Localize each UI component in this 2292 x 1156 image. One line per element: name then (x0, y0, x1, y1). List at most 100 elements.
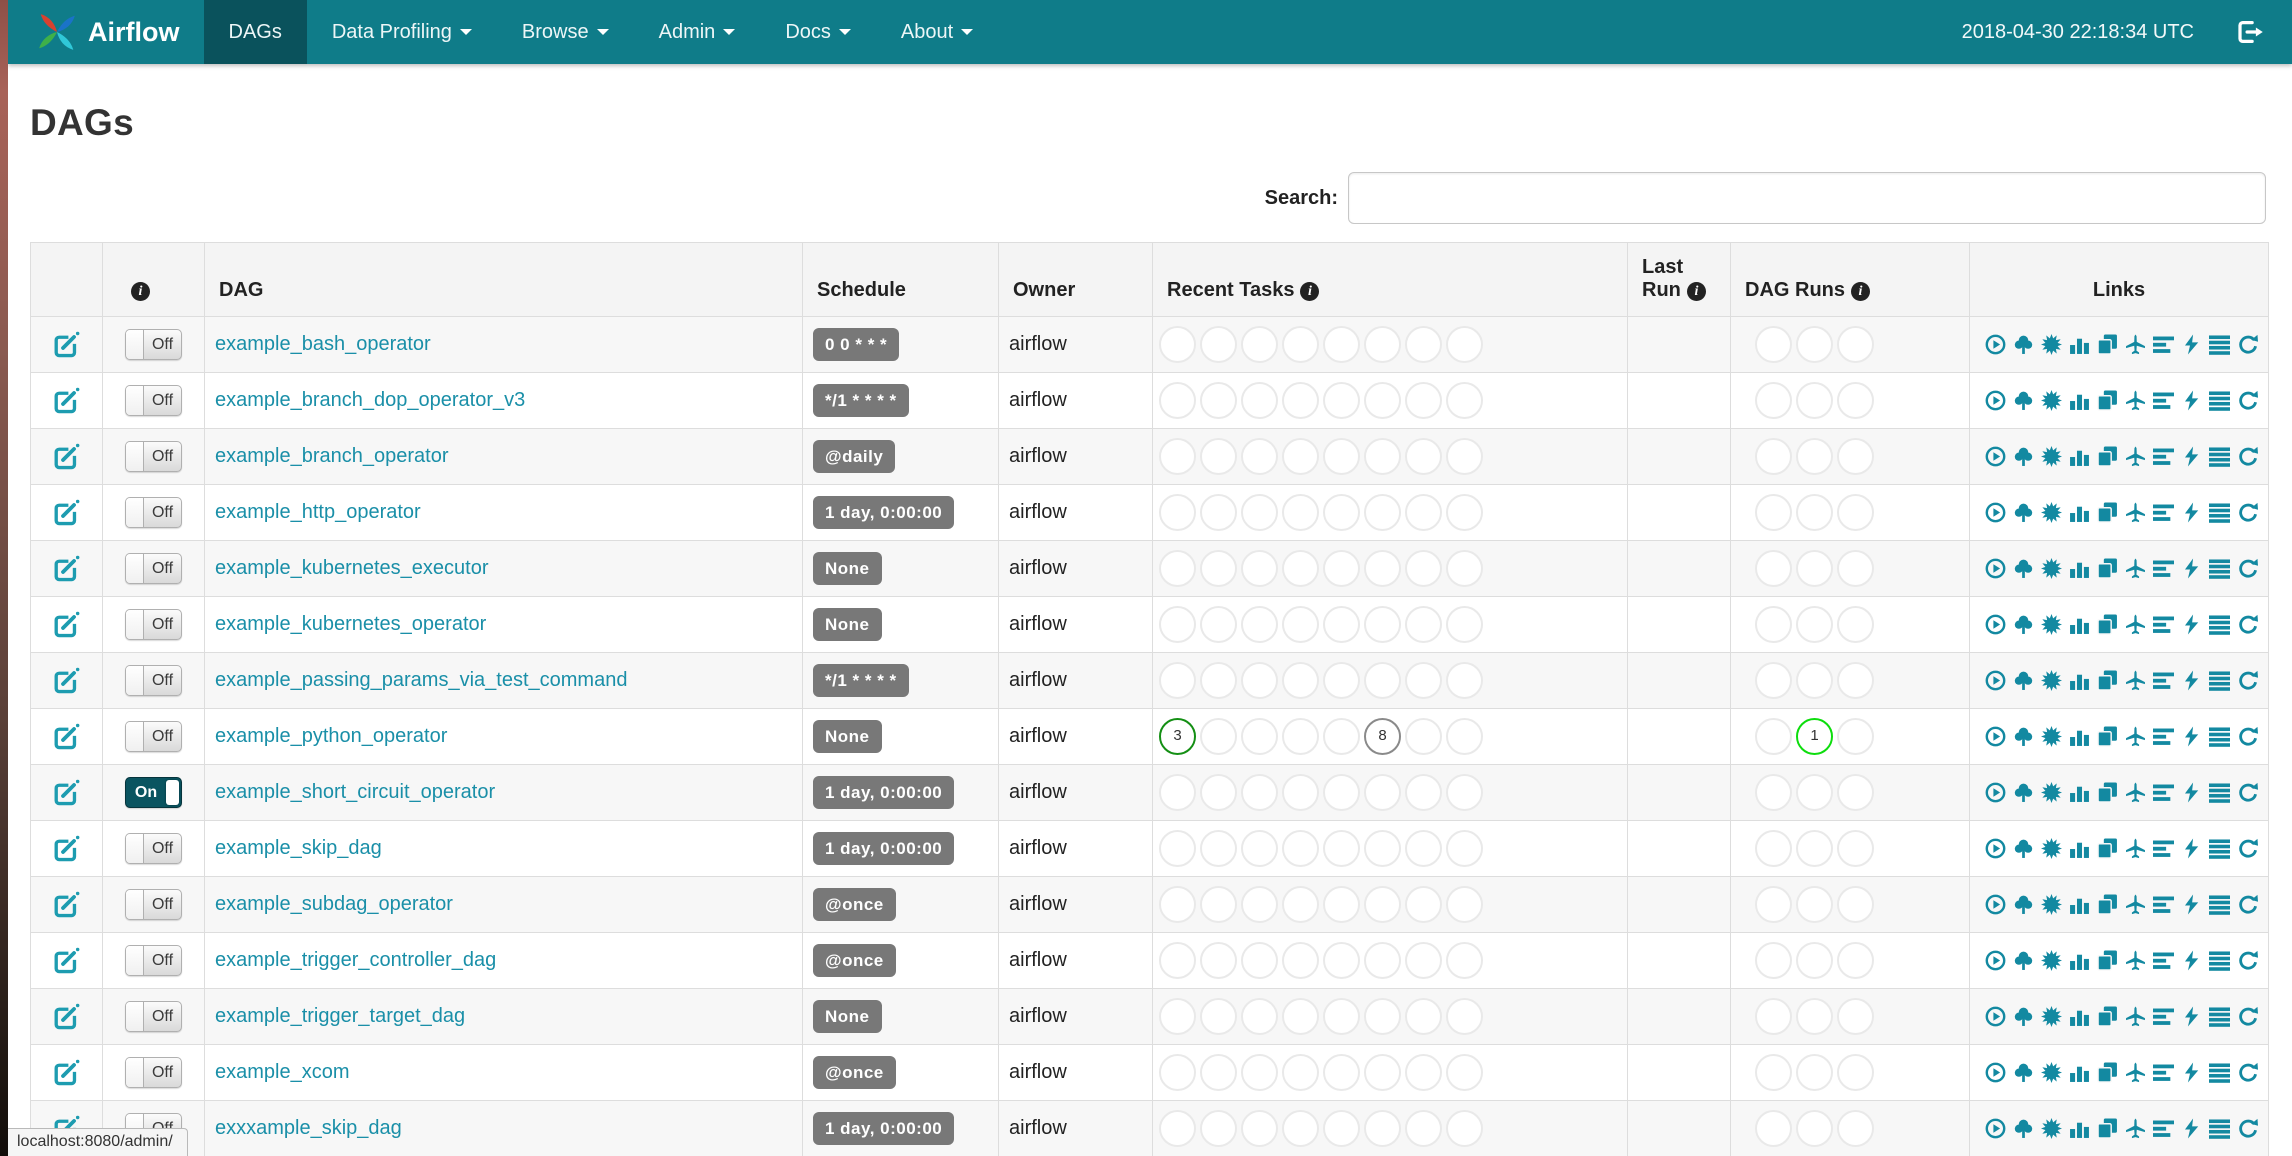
dag-pause-toggle[interactable]: Off (125, 609, 182, 640)
task-state-circle[interactable] (1837, 326, 1874, 363)
task-state-circle[interactable] (1837, 998, 1874, 1035)
task-state-circle[interactable] (1200, 550, 1237, 587)
task-state-circle[interactable] (1364, 1110, 1401, 1147)
dag-name-link[interactable]: exxxample_skip_dag (215, 1117, 402, 1139)
refresh-icon[interactable] (2237, 838, 2258, 859)
landing-times-icon[interactable] (2125, 1006, 2146, 1027)
dag-pause-toggle[interactable]: Off (125, 553, 182, 584)
dag-name-link[interactable]: example_branch_operator (215, 445, 449, 467)
task-state-circle[interactable] (1405, 830, 1442, 867)
task-state-circle[interactable] (1241, 438, 1278, 475)
task-state-circle[interactable] (1200, 494, 1237, 531)
task-state-circle[interactable] (1796, 830, 1833, 867)
task-state-circle[interactable] (1796, 942, 1833, 979)
graph-view-icon[interactable] (2041, 614, 2062, 635)
task-state-circle[interactable] (1323, 942, 1360, 979)
task-state-circle[interactable] (1446, 382, 1483, 419)
refresh-icon[interactable] (2237, 1062, 2258, 1083)
task-state-circle[interactable] (1755, 382, 1792, 419)
landing-times-icon[interactable] (2125, 838, 2146, 859)
nav-item-about[interactable]: About (876, 0, 998, 64)
task-state-circle[interactable] (1282, 494, 1319, 531)
graph-view-icon[interactable] (2041, 950, 2062, 971)
task-duration-icon[interactable] (2069, 1006, 2090, 1027)
graph-view-icon[interactable] (2041, 782, 2062, 803)
task-state-circle[interactable]: 8 (1364, 718, 1401, 755)
dag-name-link[interactable]: example_xcom (215, 1061, 350, 1083)
task-state-circle[interactable] (1159, 550, 1196, 587)
task-duration-icon[interactable] (2069, 782, 2090, 803)
refresh-icon[interactable] (2237, 446, 2258, 467)
task-state-circle[interactable] (1282, 830, 1319, 867)
code-view-icon[interactable] (2181, 782, 2202, 803)
task-state-circle[interactable] (1241, 718, 1278, 755)
code-view-icon[interactable] (2181, 614, 2202, 635)
logs-icon[interactable] (2209, 950, 2230, 971)
task-state-circle[interactable] (1405, 438, 1442, 475)
task-state-circle[interactable] (1323, 662, 1360, 699)
task-state-circle[interactable] (1446, 774, 1483, 811)
trigger-dag-icon[interactable] (1985, 558, 2006, 579)
task-tries-icon[interactable] (2097, 1118, 2118, 1139)
task-state-circle[interactable] (1796, 606, 1833, 643)
refresh-icon[interactable] (2237, 1118, 2258, 1139)
task-state-circle[interactable] (1755, 774, 1792, 811)
task-tries-icon[interactable] (2097, 614, 2118, 635)
task-tries-icon[interactable] (2097, 390, 2118, 411)
task-state-circle[interactable] (1364, 550, 1401, 587)
landing-times-icon[interactable] (2125, 614, 2146, 635)
dag-name-link[interactable]: example_subdag_operator (215, 893, 453, 915)
tree-view-icon[interactable] (2013, 334, 2034, 355)
task-state-circle[interactable] (1796, 886, 1833, 923)
gantt-view-icon[interactable] (2153, 838, 2174, 859)
task-tries-icon[interactable] (2097, 838, 2118, 859)
task-state-circle[interactable] (1446, 494, 1483, 531)
trigger-dag-icon[interactable] (1985, 1006, 2006, 1027)
task-state-circle[interactable] (1405, 1110, 1442, 1147)
task-state-circle[interactable] (1405, 1054, 1442, 1091)
code-view-icon[interactable] (2181, 390, 2202, 411)
task-state-circle[interactable] (1323, 1054, 1360, 1091)
task-state-circle[interactable] (1837, 774, 1874, 811)
task-state-circle[interactable] (1282, 326, 1319, 363)
header-dag[interactable]: DAG (204, 242, 803, 317)
task-state-circle[interactable] (1405, 606, 1442, 643)
task-tries-icon[interactable] (2097, 782, 2118, 803)
gantt-view-icon[interactable] (2153, 334, 2174, 355)
nav-item-admin[interactable]: Admin (634, 0, 761, 64)
refresh-icon[interactable] (2237, 1006, 2258, 1027)
trigger-dag-icon[interactable] (1985, 782, 2006, 803)
task-state-circle[interactable] (1446, 886, 1483, 923)
task-state-circle[interactable] (1364, 774, 1401, 811)
dag-pause-toggle[interactable]: Off (125, 497, 182, 528)
gantt-view-icon[interactable] (2153, 502, 2174, 523)
header-recent-tasks[interactable]: Recent Tasks i (1152, 242, 1628, 317)
code-view-icon[interactable] (2181, 558, 2202, 579)
task-state-circle[interactable] (1405, 382, 1442, 419)
task-state-circle[interactable] (1446, 550, 1483, 587)
code-view-icon[interactable] (2181, 1006, 2202, 1027)
task-state-circle[interactable] (1200, 942, 1237, 979)
tree-view-icon[interactable] (2013, 838, 2034, 859)
task-state-circle[interactable] (1446, 1054, 1483, 1091)
task-duration-icon[interactable] (2069, 334, 2090, 355)
task-state-circle[interactable] (1159, 998, 1196, 1035)
trigger-dag-icon[interactable] (1985, 670, 2006, 691)
task-state-circle[interactable] (1200, 998, 1237, 1035)
task-state-circle[interactable] (1364, 382, 1401, 419)
tree-view-icon[interactable] (2013, 446, 2034, 467)
dag-pause-toggle[interactable]: On (125, 777, 182, 808)
landing-times-icon[interactable] (2125, 334, 2146, 355)
trigger-dag-icon[interactable] (1985, 614, 2006, 635)
edit-dag-icon[interactable] (52, 610, 81, 639)
dag-pause-toggle[interactable]: Off (125, 385, 182, 416)
gantt-view-icon[interactable] (2153, 782, 2174, 803)
dag-pause-toggle[interactable]: Off (125, 889, 182, 920)
landing-times-icon[interactable] (2125, 670, 2146, 691)
landing-times-icon[interactable] (2125, 1118, 2146, 1139)
edit-dag-icon[interactable] (52, 498, 81, 527)
logout-icon[interactable] (2234, 17, 2264, 47)
edit-dag-icon[interactable] (52, 946, 81, 975)
landing-times-icon[interactable] (2125, 1062, 2146, 1083)
task-state-circle[interactable] (1241, 606, 1278, 643)
